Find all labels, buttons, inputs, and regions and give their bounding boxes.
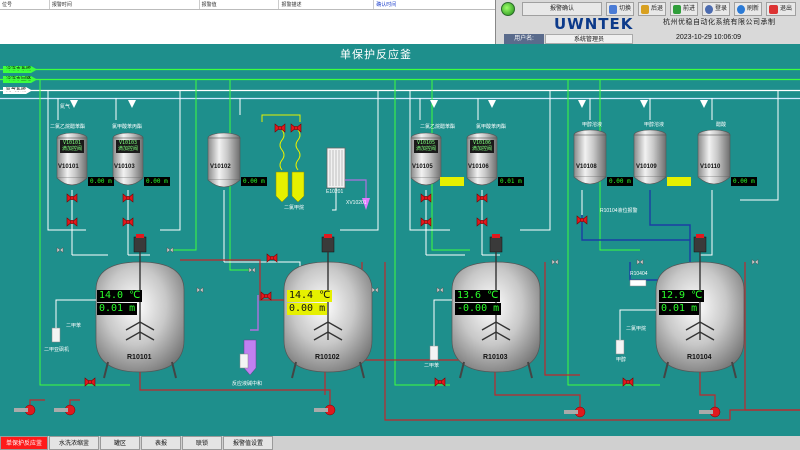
level-value: 0.01 <box>500 178 515 185</box>
level-readout-v10105 <box>440 177 464 186</box>
level-value: 0.00 <box>243 178 258 185</box>
monitor-line: 滴加控阀 <box>471 145 492 152</box>
level-unit: m <box>164 178 168 185</box>
level-value: 0.01 <box>99 303 124 314</box>
temp-unit: ℃ <box>487 290 499 301</box>
level-unit: m <box>627 178 631 185</box>
level-value: 0.00 <box>609 178 624 185</box>
dichloromethane-label-2: 二氯甲烷 <box>626 326 647 332</box>
level-readout-r10103: -0.00 m <box>455 303 502 315</box>
bottle-label-2: 二甲苯 <box>424 363 440 369</box>
tab-alarm-settings[interactable]: 报警值设置 <box>223 436 273 450</box>
level-unit: m <box>518 178 522 185</box>
monitor-v10101: V10101 滴加控阀 <box>60 140 84 154</box>
level-readout-v10106: 0.01 m <box>498 177 524 186</box>
temp-unit: ℃ <box>691 290 703 301</box>
monitor-v10106: V10106 滴加控阀 <box>470 140 494 154</box>
reactor-id-r10102: R10102 <box>315 354 340 361</box>
tank-label-v10105: 二氯乙烷醋苯酯 <box>420 124 456 130</box>
level-unit: m <box>108 178 112 185</box>
tank-label-v10101: 二氯乙烷醋苯酯 <box>50 124 86 130</box>
bottle-label-1: 二甲亚砜机 <box>44 347 70 353</box>
tank-id-v10105: V10105 <box>412 164 433 170</box>
reactor-id-r10104: R10104 <box>687 354 712 361</box>
methanol-label: 甲醇 <box>616 357 627 363</box>
monitor-line: 滴加控阀 <box>61 145 82 152</box>
tab-single-protection-reactor[interactable]: 单保护反应釜 <box>0 436 48 450</box>
level-readout-v10103: 0.00 m <box>144 177 170 186</box>
tank-id-v10101: V10101 <box>58 164 79 170</box>
tank-id-v10109: V10109 <box>636 164 657 170</box>
tab-tank-farm[interactable]: 罐区 <box>100 436 140 450</box>
tank-label-v10109: 甲醇溶液 <box>644 122 665 128</box>
solvent-label-1: 二甲苯 <box>66 323 82 329</box>
temp-readout-r10101: 14.0 ℃ <box>97 290 143 302</box>
level-value: 0.01 <box>661 303 686 314</box>
alarm-set-label: R10104液位报警 <box>600 208 638 214</box>
level-unit: m <box>691 303 698 314</box>
level-readout-r10101: 0.01 m <box>97 303 138 315</box>
level-unit: m <box>493 303 500 314</box>
level-readout-v10110: 0.00 m <box>731 177 757 186</box>
level-unit: m <box>319 303 326 314</box>
tank-id-v10108: V10108 <box>576 164 597 170</box>
monitor-line: 滴加控阀 <box>415 145 436 152</box>
monitor-line: 滴加控阀 <box>117 145 138 152</box>
tank-id-v10103: V10103 <box>114 164 135 170</box>
tank-label-v10110: 醋酸 <box>716 122 727 128</box>
temp-value: 13.6 <box>457 290 482 301</box>
level-readout-r10104: 0.01 m <box>659 303 700 315</box>
reactor-id-r10101: R10101 <box>127 354 152 361</box>
temp-unit: ℃ <box>319 290 331 301</box>
tab-reports[interactable]: 表报 <box>141 436 181 450</box>
condenser-label: E10201 <box>326 189 344 195</box>
level-unit: m <box>129 303 136 314</box>
tank-label-v10106: 氯甲酸苯丙酯 <box>476 124 507 130</box>
valve-label-r10102: XV10201 <box>346 200 367 206</box>
level-readout-r10102: 0.00 m <box>287 303 328 315</box>
level-readout-v10101: 0.00 m <box>88 177 114 186</box>
temp-readout-r10103: 13.6 ℃ <box>455 290 501 302</box>
reactor-id-r10103: R10103 <box>483 354 508 361</box>
tab-interlock[interactable]: 联锁 <box>182 436 222 450</box>
bottom-tab-bar: 单保护反应釜 水洗浓缩釜 罐区 表报 联锁 报警值设置 <box>0 436 800 450</box>
dichloromethane-label: 二氯甲烷 <box>284 205 305 211</box>
neutralization-label: 反应液碱中和 <box>232 381 263 387</box>
temp-value: 14.0 <box>99 290 124 301</box>
level-readout-v10108: 0.00 m <box>607 177 633 186</box>
nitrogen-label: 氮气 <box>60 104 71 110</box>
monitor-v10103: V10103 滴加控阀 <box>116 140 140 154</box>
level-value: 0.00 <box>146 178 161 185</box>
tank-id-v10110: V10110 <box>700 164 721 170</box>
level-readout-v10102: 0.00 m <box>241 177 267 186</box>
temp-value: 14.4 <box>289 290 314 301</box>
level-value: 0.00 <box>733 178 748 185</box>
level-unit: m <box>751 178 755 185</box>
temp-unit: ℃ <box>129 290 141 301</box>
level-value: -0.00 <box>457 303 488 314</box>
level-unit: m <box>261 178 265 185</box>
tank-id-v10106: V10106 <box>468 164 489 170</box>
process-diagram <box>0 68 800 421</box>
temp-readout-r10104: 12.9 ℃ <box>659 290 705 302</box>
monitor-v10105: V10105 滴加控阀 <box>414 140 438 154</box>
outlet-label: R10404 <box>630 271 648 277</box>
level-readout-v10109 <box>667 177 691 186</box>
tank-label-v10108: 甲醇溶液 <box>582 122 603 128</box>
temp-value: 12.9 <box>661 290 686 301</box>
tank-id-v10102: V10102 <box>210 164 231 170</box>
level-value: 0.00 <box>90 178 105 185</box>
tab-wash-concentrate-reactor[interactable]: 水洗浓缩釜 <box>49 436 99 450</box>
level-value: 0.00 <box>289 303 314 314</box>
temp-readout-r10102: 14.4 ℃ <box>287 290 333 302</box>
tank-label-v10103: 氯甲酸苯丙酯 <box>112 124 143 130</box>
